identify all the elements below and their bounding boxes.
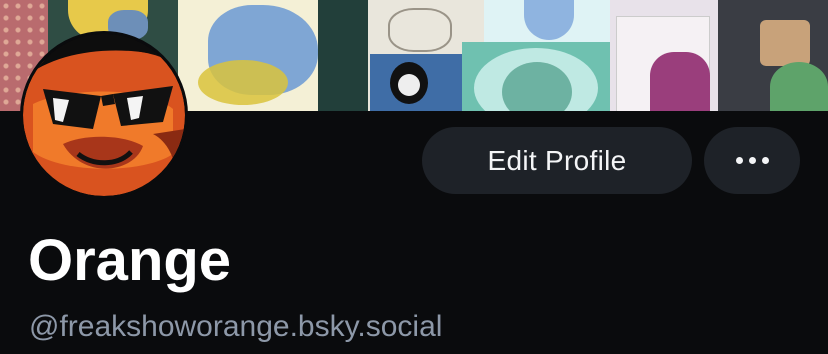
edit-profile-label: Edit Profile <box>487 144 627 176</box>
banner-art-tile <box>178 0 368 111</box>
banner-art-tile <box>370 54 462 111</box>
avatar[interactable] <box>20 31 188 199</box>
profile-handle: @freakshoworange.bsky.social <box>29 310 443 343</box>
banner-art-tile <box>462 42 610 111</box>
avatar-image <box>23 34 185 196</box>
profile-page: Edit Profile Orange @freakshoworange.bsk… <box>0 0 828 354</box>
more-options-button[interactable] <box>704 127 800 194</box>
ellipsis-icon <box>735 157 769 164</box>
edit-profile-button[interactable]: Edit Profile <box>422 127 692 194</box>
banner-art-tile <box>610 0 828 111</box>
display-name: Orange <box>28 228 232 293</box>
